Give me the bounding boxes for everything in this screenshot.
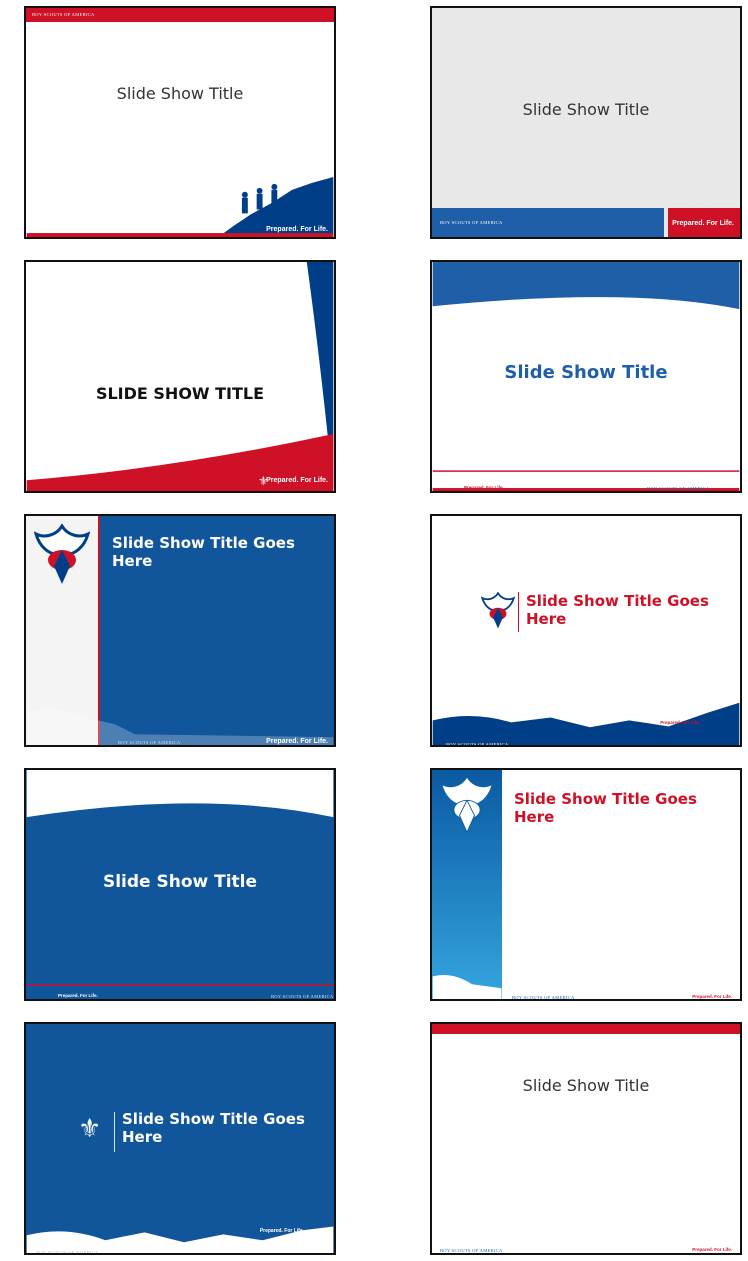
bsa-wordmark: BOY SCOUTS OF AMERICA (512, 995, 575, 1000)
bsa-wordmark: BOY SCOUTS OF AMERICA (440, 220, 503, 225)
corner-swoosh (26, 262, 334, 491)
tagline: Prepared. For Life. (692, 994, 732, 999)
bsa-wordmark: BOY SCOUTS OF AMERICA (36, 1250, 99, 1255)
bsa-wordmark: BOY SCOUTS OF AMERICA (446, 742, 509, 747)
bsa-wordmark: BOY SCOUTS OF AMERICA (440, 1248, 503, 1253)
landscape-silhouette (26, 1226, 334, 1253)
bsa-wordmark: BOY SCOUTS OF AMERICA (647, 486, 710, 491)
landscape-silhouette (432, 975, 502, 999)
slide-title: Slide Show Title (522, 100, 650, 119)
template-thumbnail-8[interactable]: Slide Show Title Goes Here BOY SCOUTS OF… (430, 768, 742, 1001)
hikers-silhouette-icon (26, 177, 334, 237)
tagline: Prepared. For Life. (266, 226, 328, 233)
tagline: Prepared. For Life. (464, 485, 504, 490)
template-thumbnail-3[interactable]: SLIDE SHOW TITLE ⚜ Prepared. For Life. (24, 260, 336, 493)
template-thumbnail-10[interactable]: Slide Show Title BOY SCOUTS OF AMERICA P… (430, 1022, 742, 1255)
slide-title: SLIDE SHOW TITLE (95, 384, 265, 403)
slide-title: Slide Show Title (522, 1076, 650, 1095)
template-thumbnail-6[interactable]: Slide Show Title Goes Here Prepared. For… (430, 514, 742, 747)
tagline: Prepared. For Life. (266, 477, 328, 484)
top-red-bar (432, 1024, 740, 1034)
template-thumbnail-5[interactable]: Slide Show Title Goes Here BOY SCOUTS OF… (24, 514, 336, 747)
tagline: Prepared. For Life. (58, 993, 98, 998)
template-thumbnail-1[interactable]: BOY SCOUTS OF AMERICA Slide Show Title P… (24, 6, 336, 239)
tagline: Prepared. For Life. (266, 738, 328, 745)
template-thumbnail-9[interactable]: ⚜ Slide Show Title Goes Here Prepared. F… (24, 1022, 336, 1255)
slide-title: Slide Show Title (102, 872, 258, 892)
slide-title: Slide Show Title (504, 362, 668, 383)
tagline: Prepared. For Life. (672, 220, 734, 227)
bsa-wordmark: BOY SCOUTS OF AMERICA (118, 740, 181, 745)
template-thumbnail-4[interactable]: Slide Show Title Prepared. For Life. BOY… (430, 260, 742, 493)
tagline: Prepared. For Life. (660, 720, 700, 725)
template-thumbnail-7[interactable]: Slide Show Title Prepared. For Life. BOY… (24, 768, 336, 1001)
landscape-silhouette (26, 708, 334, 745)
tagline: Prepared. For Life. (259, 1228, 304, 1234)
landscape-silhouette (432, 702, 740, 745)
template-thumbnail-2[interactable]: Slide Show Title BOY SCOUTS OF AMERICA P… (430, 6, 742, 239)
bsa-wordmark: BOY SCOUTS OF AMERICA (271, 994, 334, 999)
tagline: Prepared. For Life. (692, 1247, 732, 1252)
